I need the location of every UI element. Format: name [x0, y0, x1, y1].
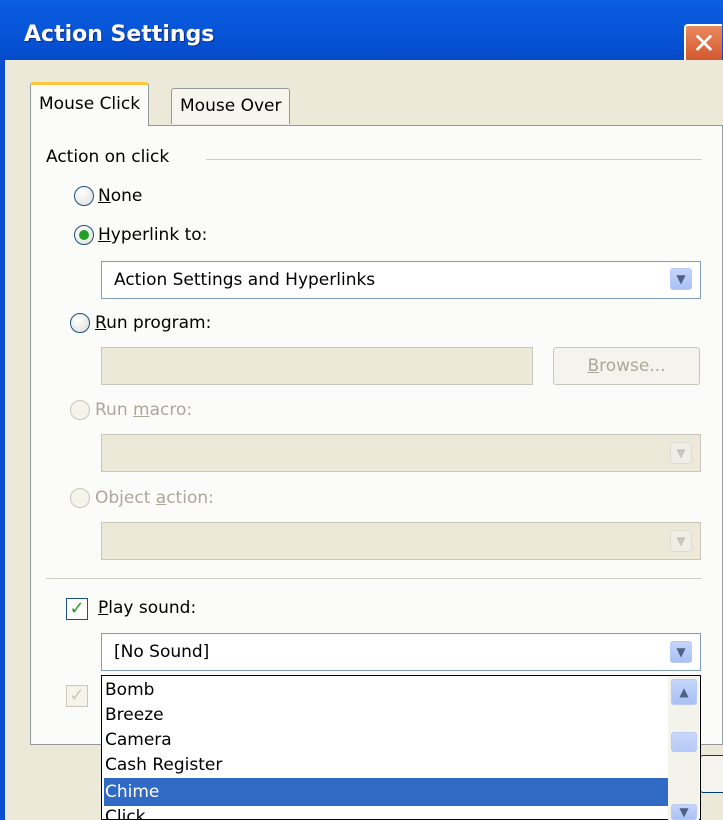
hyperlink-select-value: Action Settings and Hyperlinks: [114, 270, 376, 290]
object-action-select: [101, 522, 701, 560]
list-item[interactable]: Bomb: [104, 676, 154, 704]
chevron-down-icon[interactable]: ▼: [670, 268, 692, 290]
sound-select-value: [No Sound]: [114, 642, 210, 662]
radio-hyperlink-label[interactable]: Hyperlink to:: [98, 225, 207, 245]
run-macro-select: [101, 434, 701, 472]
ok-button[interactable]: [700, 755, 723, 793]
play-sound-label[interactable]: Play sound:: [98, 598, 196, 618]
sound-select[interactable]: [No Sound]: [101, 633, 701, 671]
play-sound-checkbox[interactable]: ✓: [66, 598, 88, 620]
radio-object-action-label: Object action:: [95, 488, 214, 508]
chevron-up-icon[interactable]: ▲: [671, 679, 697, 705]
list-item[interactable]: Camera: [104, 726, 172, 754]
list-item[interactable]: Breeze: [104, 701, 164, 729]
group-label: Action on click: [46, 147, 170, 167]
radio-none[interactable]: [74, 186, 94, 206]
scroll-thumb[interactable]: [671, 732, 697, 752]
close-icon: ✕: [692, 27, 716, 60]
chevron-down-icon[interactable]: ▼: [671, 804, 697, 820]
radio-object-action: [70, 488, 90, 508]
tab-mouse-over[interactable]: Mouse Over: [171, 88, 291, 124]
browse-button: Browse...: [553, 347, 700, 385]
chevron-down-icon: ▼: [670, 442, 692, 464]
list-item[interactable]: Cash Register: [104, 751, 222, 779]
window-title: Action Settings: [24, 22, 215, 47]
highlight-click-checkbox: ✓: [66, 685, 88, 707]
group-divider: [206, 159, 702, 160]
radio-run-macro: [70, 400, 90, 420]
chevron-down-icon[interactable]: ▼: [670, 641, 692, 663]
close-button[interactable]: ✕: [684, 24, 722, 64]
tab-mouse-click[interactable]: Mouse Click: [30, 82, 150, 126]
tab-label: Mouse Click: [39, 94, 141, 114]
radio-run-macro-label: Run macro:: [95, 400, 193, 420]
chevron-down-icon: ▼: [670, 530, 692, 552]
checkmark-icon: ✓: [69, 685, 85, 706]
sound-dropdown-list[interactable]: Bomb Breeze Camera Cash Register Chime C…: [101, 675, 701, 820]
radio-none-label[interactable]: None: [98, 186, 142, 206]
radio-hyperlink[interactable]: [74, 225, 94, 245]
hyperlink-select[interactable]: Action Settings and Hyperlinks: [101, 261, 701, 299]
radio-run-program-label[interactable]: Run program:: [95, 313, 211, 333]
radio-run-program[interactable]: [70, 313, 90, 333]
list-item-selected[interactable]: Chime: [104, 778, 670, 806]
list-item[interactable]: Click: [104, 803, 146, 819]
tab-label: Mouse Over: [180, 96, 282, 116]
run-program-input: [101, 347, 533, 385]
window-border: [0, 60, 5, 820]
separator: [46, 578, 702, 582]
checkmark-icon: ✓: [69, 598, 85, 619]
